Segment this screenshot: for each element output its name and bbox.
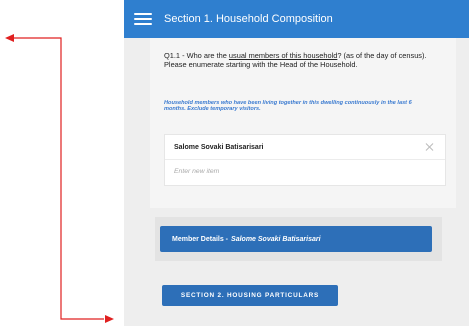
arrow-head-left-icon — [5, 34, 14, 42]
member-details-label: Member Details - — [172, 235, 229, 243]
new-item-input[interactable] — [174, 163, 434, 179]
question-card: Q1.1 - Who are the usual members of this… — [150, 38, 456, 208]
page-title: Section 1. Household Composition — [164, 13, 333, 25]
next-section-button[interactable]: SECTION 2. HOUSING PARTICULARS — [162, 285, 338, 306]
list-item[interactable]: Salome Sovaki Batisarisari — [165, 135, 445, 160]
member-details-name: Salome Sovaki Batisarisari — [231, 235, 321, 243]
question-text: Q1.1 - Who are the usual members of this… — [164, 51, 427, 69]
member-details-button[interactable]: Member Details - Salome Sovaki Batisaris… — [160, 226, 432, 252]
question-underlined-text: usual members of this household — [228, 51, 338, 60]
member-details-container: Member Details - Salome Sovaki Batisaris… — [155, 217, 442, 261]
app-panel: Section 1. Household Composition Q1.1 - … — [124, 0, 469, 326]
top-app-bar: Section 1. Household Composition — [124, 0, 469, 38]
hamburger-menu-icon[interactable] — [134, 13, 152, 25]
member-name: Salome Sovaki Batisarisari — [174, 143, 264, 151]
member-list: Salome Sovaki Batisarisari — [164, 134, 446, 186]
arrow-head-right-icon — [105, 315, 114, 323]
close-icon[interactable] — [425, 142, 435, 152]
question-hint: Household members who have been living t… — [164, 100, 412, 113]
